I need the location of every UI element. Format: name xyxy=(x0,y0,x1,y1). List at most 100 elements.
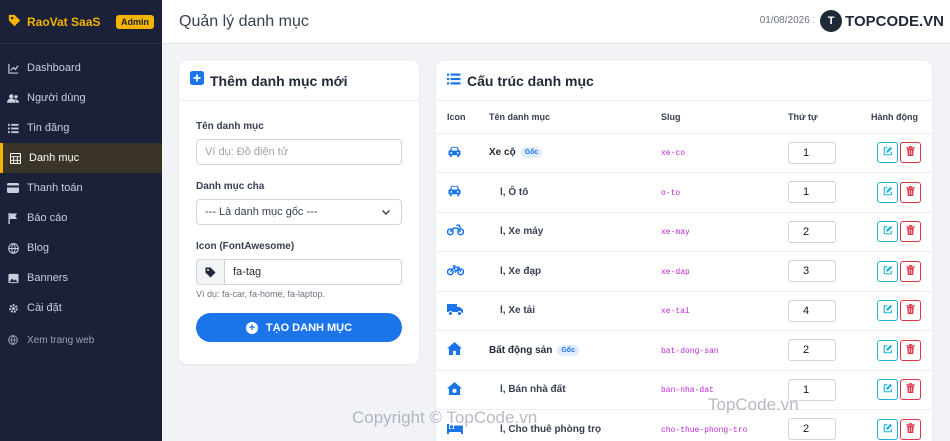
delete-button[interactable] xyxy=(900,260,921,282)
delete-button[interactable] xyxy=(900,221,921,243)
trash-icon xyxy=(906,185,915,199)
order-input[interactable]: 1 xyxy=(788,181,836,204)
admin-badge: Admin xyxy=(116,14,154,29)
trash-icon xyxy=(906,304,915,317)
row-actions xyxy=(871,260,932,282)
add-category-form: Tên danh mục Ví dụ: Đồ điện tử Danh mục … xyxy=(179,101,419,342)
sidebar-item-users[interactable]: Người dùng xyxy=(0,83,162,113)
trash-icon xyxy=(906,146,915,159)
edit-icon xyxy=(883,265,893,278)
row-actions xyxy=(871,181,932,203)
sidebar-item-blog[interactable]: Blog xyxy=(0,233,162,263)
category-name-input[interactable]: Ví dụ: Đồ điện tử xyxy=(196,139,402,165)
sidebar-item-label: Dashboard xyxy=(27,62,81,74)
order-input[interactable]: 1 xyxy=(788,141,836,164)
sidebar-item-label: Tin đăng xyxy=(27,122,70,134)
house-dollar-icon xyxy=(447,381,462,398)
root-badge: Gốc xyxy=(520,147,543,159)
sidebar-item-settings[interactable]: Cài đặt xyxy=(0,293,162,323)
edit-button[interactable] xyxy=(877,339,898,361)
edit-button[interactable] xyxy=(877,300,898,322)
icon-label: Icon (FontAwesome) xyxy=(196,241,295,252)
category-structure-card: Cấu trúc danh mục Icon Tên danh mục Slug… xyxy=(436,61,932,441)
sidebar-item-label: Blog xyxy=(27,242,50,254)
edit-icon xyxy=(883,304,893,317)
globe-icon xyxy=(7,242,19,254)
icon-class-input[interactable]: fa-tag xyxy=(224,259,402,285)
list-icon xyxy=(7,122,19,134)
table-row: l, Ô tô o-to 1 xyxy=(436,172,932,213)
category-structure-header: Cấu trúc danh mục xyxy=(436,61,932,101)
edit-icon xyxy=(883,423,893,436)
topcode-watermark-logo: T TOPCODE.VN xyxy=(814,8,950,34)
sidebar-item-banners[interactable]: Banners xyxy=(0,263,162,293)
order-input[interactable]: 2 xyxy=(788,339,836,362)
sidebar-item-listings[interactable]: Tin đăng xyxy=(0,113,162,143)
table-row: l, Xe đạp xe-dap 3 xyxy=(436,251,932,292)
category-slug: ban-nha-dat xyxy=(661,386,714,396)
table-row: l, Xe tải xe-tai 4 xyxy=(436,291,932,331)
row-actions xyxy=(871,221,932,243)
row-actions xyxy=(871,418,932,440)
create-category-button[interactable]: + TẠO DANH MỤC xyxy=(196,313,402,342)
edit-button[interactable] xyxy=(877,142,898,164)
brand[interactable]: RaoVat SaaS Admin xyxy=(0,0,162,44)
row-actions xyxy=(871,300,932,322)
sidebar-item-payments[interactable]: Thanh toán xyxy=(0,173,162,203)
delete-button[interactable] xyxy=(900,379,921,401)
image-icon xyxy=(7,272,19,284)
delete-button[interactable] xyxy=(900,300,921,322)
table-row: l, Bán nhà đất ban-nha-dat 1 xyxy=(436,370,932,410)
topbar: Quản lý danh mục 01/08/2026 16:3 T TOPCO… xyxy=(162,0,950,44)
row-actions xyxy=(871,142,932,164)
order-input[interactable]: 4 xyxy=(788,299,836,322)
sidebar-item-label: Cài đặt xyxy=(27,302,62,314)
delete-button[interactable] xyxy=(900,142,921,164)
edit-button[interactable] xyxy=(877,260,898,282)
delete-button[interactable] xyxy=(900,418,921,440)
category-slug: cho-thue-phong-tro xyxy=(661,425,748,435)
view-site-link[interactable]: Xem trang web xyxy=(0,325,162,355)
category-slug: xe-co xyxy=(661,149,686,159)
category-name: Bất động sản xyxy=(489,344,553,356)
order-input[interactable]: 2 xyxy=(788,418,836,441)
trash-icon xyxy=(906,422,915,436)
globe-icon xyxy=(7,334,19,346)
sidebar-item-label: Thanh toán xyxy=(27,182,83,194)
users-icon xyxy=(7,92,19,104)
brand-name: RaoVat SaaS xyxy=(27,14,101,29)
sidebar-item-reports[interactable]: Báo cáo xyxy=(0,203,162,233)
edit-button[interactable] xyxy=(877,379,898,401)
order-input[interactable]: 3 xyxy=(788,260,836,283)
table-row: Bất động sản Gốc bat-dong-san 2 xyxy=(436,330,932,371)
tag-icon xyxy=(196,259,224,285)
home-icon xyxy=(447,342,462,358)
table-row: l, Xe máy xe-may 2 xyxy=(436,212,932,252)
parent-category-select[interactable]: --- Là danh mục gốc --- xyxy=(196,199,402,225)
delete-button[interactable] xyxy=(900,181,921,203)
category-name: l, Bán nhà đất xyxy=(500,384,566,396)
edit-button[interactable] xyxy=(877,181,898,203)
add-category-card: Thêm danh mục mới Tên danh mục Ví dụ: Đồ… xyxy=(179,61,419,364)
sidebar-item-dashboard[interactable]: Dashboard xyxy=(0,53,162,83)
category-slug: xe-tai xyxy=(661,307,690,317)
topcode-logo-icon: T xyxy=(820,10,843,32)
row-actions xyxy=(871,339,932,361)
plus-square-icon xyxy=(190,71,204,90)
trash-icon xyxy=(906,264,915,278)
edit-button[interactable] xyxy=(877,418,898,440)
view-site-label: Xem trang web xyxy=(27,334,95,346)
delete-button[interactable] xyxy=(900,339,921,361)
trash-icon xyxy=(906,343,915,357)
credit-card-icon xyxy=(7,182,19,194)
add-category-title: Thêm danh mục mới xyxy=(210,72,348,89)
category-slug: xe-dap xyxy=(661,267,690,277)
order-input[interactable]: 2 xyxy=(788,220,836,243)
sidebar-item-label: Banners xyxy=(27,272,68,284)
edit-button[interactable] xyxy=(877,221,898,243)
category-name: l, Xe máy xyxy=(500,226,544,238)
sidebar-item-categories[interactable]: Danh mục xyxy=(0,143,162,173)
list-icon xyxy=(447,72,461,90)
table-icon xyxy=(9,152,21,164)
bicycle-icon xyxy=(446,264,465,279)
